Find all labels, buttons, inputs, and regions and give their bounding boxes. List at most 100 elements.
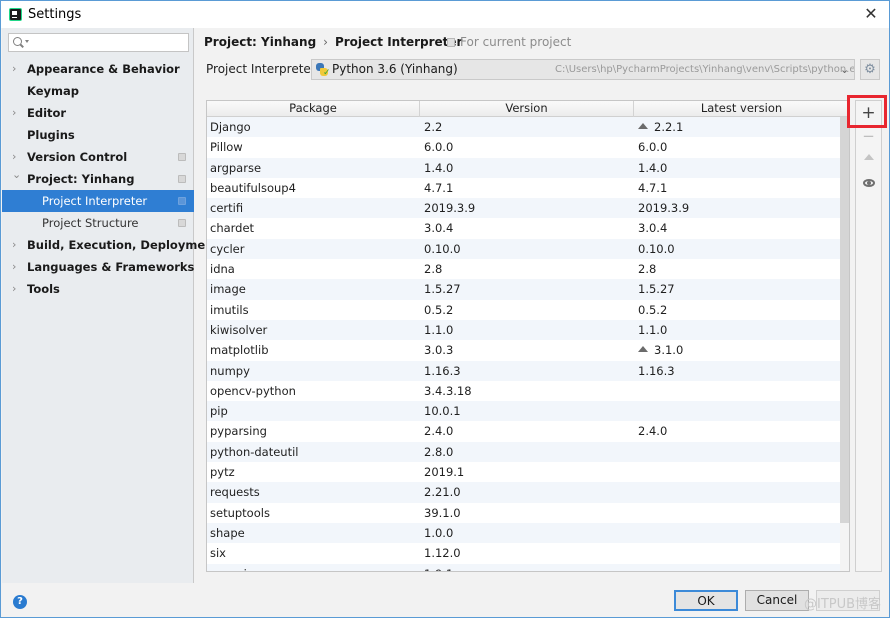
search-icon[interactable] [13,36,29,50]
table-row[interactable]: cycler 0.10.0 0.10.0 [207,238,849,260]
sidebar-item-project-structure[interactable]: Project Structure [2,212,194,234]
table-row[interactable]: pytz 2019.1 [207,462,849,483]
package-version: 6.0.0 [424,140,454,155]
table-row[interactable]: shape 1.0.0 [207,522,849,544]
package-latest-version: 3.1.0 [634,340,849,360]
chevron-right-icon[interactable]: › [12,58,22,80]
sidebar-item-plugins[interactable]: Plugins [2,124,194,146]
latest-version-text: 1.4.0 [638,160,668,175]
ok-button[interactable]: OK [674,590,738,611]
table-row[interactable]: pip 10.0.1 [207,401,849,422]
package-name: matplotlib [210,343,269,358]
table-row[interactable]: certifi 2019.3.9 2019.3.9 [207,198,849,219]
chevron-right-icon[interactable]: › [12,256,22,278]
chevron-down-icon[interactable]: ⌄ [12,164,22,186]
table-row[interactable]: matplotlib 3.0.3 3.1.0 [207,340,849,361]
table-row[interactable]: beautifulsoup4 4.7.1 4.7.1 [207,177,849,199]
latest-version-text: 3.1.0 [654,343,684,358]
package-version: 3.0.4 [424,221,454,236]
breadcrumb: Project: Yinhang › Project Interpreter [204,35,462,49]
interpreter-settings-button[interactable]: ⚙ [860,59,880,80]
settings-tree: › Appearance & Behavior Keymap › Editor Plugi… [2,58,219,300]
package-version: 4.7.1 [424,180,454,195]
package-name: opencv-python [210,383,296,398]
sidebar-item-languages-frameworks[interactable]: › Languages & Frameworks [2,256,194,278]
package-name: numpy [210,363,250,378]
package-name: image [210,282,246,297]
table-row[interactable]: opencv-python 3.4.3.18 [207,380,849,402]
table-row[interactable]: setuptools 39.1.0 [207,502,849,523]
package-latest-version: 1.4.0 [634,158,849,178]
package-version: 2.4.0 [424,424,454,439]
table-row[interactable]: argparse 1.4.0 1.4.0 [207,157,849,178]
package-version: 39.1.0 [424,505,461,520]
column-header-version[interactable]: Version [420,101,634,117]
window-title: Settings [28,7,82,22]
package-latest-version [634,523,849,543]
gear-icon: ⚙ [864,62,876,77]
package-latest-version: 1.5.27 [634,279,849,299]
package-name: soupsieve [207,564,420,571]
table-row[interactable]: Pillow 6.0.0 6.0.0 [207,137,849,158]
scrollbar-thumb[interactable] [840,117,849,523]
uninstall-package-button[interactable]: − [856,125,881,147]
column-header-latest-version[interactable]: Latest version [634,101,849,117]
chevron-down-icon[interactable]: ⌄ [840,63,850,76]
sidebar-item-build-execution-deployment[interactable]: › Build, Execution, Deployment [2,234,219,256]
package-version: 0.5.2 [424,302,454,317]
table-row[interactable]: numpy 1.16.3 1.16.3 [207,360,849,381]
cancel-button[interactable]: Cancel [745,590,809,611]
close-icon: ✕ [864,4,878,23]
table-body: Django 2.2 2.2.1 Pillow 6.0.0 6.0.0 argparse 1.… [207,117,849,571]
table-row[interactable]: python-dateutil 2.8.0 [207,441,849,463]
table-row[interactable]: soupsieve1.9.1 [207,563,849,571]
table-row[interactable]: image 1.5.27 1.5.27 [207,279,849,300]
install-package-button[interactable]: + [856,102,881,124]
upgrade-package-button[interactable] [856,147,881,169]
package-name: six [210,546,226,561]
table-scrollbar[interactable] [840,117,849,571]
sidebar-item-project-yinhang[interactable]: ⌄ Project: Yinhang [2,168,194,190]
title-bar: Settings ✕ [1,1,889,28]
sidebar-item-project-interpreter[interactable]: Project Interpreter [2,190,194,212]
chevron-right-icon[interactable]: › [12,234,22,256]
latest-version-text: 0.10.0 [638,241,675,256]
chevron-right-icon[interactable]: › [12,278,22,300]
sidebar-item-version-control[interactable]: › Version Control [2,146,194,168]
sidebar-item-label: Tools [27,282,60,296]
package-name: idna [210,262,235,277]
sidebar-item-tools[interactable]: › Tools [2,278,194,300]
show-early-releases-button[interactable] [856,172,881,194]
chevron-right-icon[interactable]: › [12,102,22,124]
package-name: Pillow [210,140,243,155]
column-header-package[interactable]: Package [207,101,420,117]
table-row[interactable]: Django 2.2 2.2.1 [207,117,849,138]
upgrade-available-icon [638,346,648,353]
table-row[interactable]: pyparsing 2.4.0 2.4.0 [207,421,849,442]
project-scope-icon [178,197,186,205]
interpreter-select[interactable]: ✓ Python 3.6 (Yinhang) C:\Users\hp\Pycha… [311,59,855,80]
interpreter-name: Python 3.6 (Yinhang) [332,62,458,76]
table-row[interactable]: requests 2.21.0 [207,482,849,503]
breadcrumb-separator-icon: › [323,35,328,49]
apply-button[interactable] [816,590,880,611]
package-latest-version: 1.1.0 [634,320,849,340]
table-row[interactable]: kiwisolver 1.1.0 1.1.0 [207,319,849,341]
table-header: Package Version Latest version [207,101,849,117]
package-latest-version: 4.7.1 [634,178,849,198]
table-row[interactable]: idna 2.8 2.8 [207,259,849,280]
table-row[interactable]: imutils 0.5.2 0.5.2 [207,299,849,320]
table-row[interactable]: chardet 3.0.4 3.0.4 [207,218,849,239]
table-row[interactable]: six 1.12.0 [207,543,849,564]
package-name: requests [210,485,260,500]
sidebar-item-label: Plugins [27,128,75,142]
latest-version-text: 2.4.0 [638,424,668,439]
sidebar-item-appearance-behavior[interactable]: › Appearance & Behavior [2,58,194,80]
help-button[interactable]: ? [13,595,27,609]
sidebar-item-editor[interactable]: › Editor [2,102,194,124]
sidebar-item-label: Project Interpreter [42,194,148,208]
settings-search-input[interactable] [8,33,189,52]
close-button[interactable]: ✕ [861,5,881,23]
latest-version-text: 1.16.3 [638,363,675,378]
sidebar-item-keymap[interactable]: Keymap [2,80,194,102]
